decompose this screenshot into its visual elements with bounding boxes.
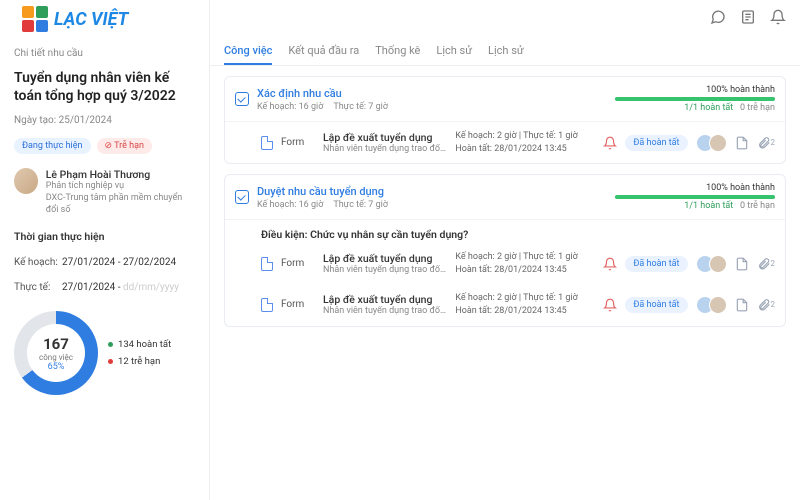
task-title: Lập đề xuất tuyển dụng — [323, 293, 447, 306]
avatar — [14, 168, 38, 194]
status-late-chip: ⊘ Trễ hạn — [97, 138, 152, 154]
task-row[interactable]: Form Lập đề xuất tuyển dụngNhân viên tuy… — [225, 122, 785, 163]
reminder-bell-icon[interactable] — [603, 257, 617, 271]
bell-icon[interactable] — [770, 9, 786, 25]
chat-icon[interactable] — [710, 9, 726, 25]
group-header[interactable]: Duyệt nhu cầu tuyển dụng Kế hoạch: 16 gi… — [225, 175, 785, 220]
main-panel: Công việc Kết quả đầu ra Thống kê Lịch s… — [210, 0, 800, 500]
task-timing: Kế hoạch: 2 giờ | Thực tế: 1 giờHoàn tất… — [455, 130, 595, 155]
note-icon[interactable] — [740, 9, 756, 25]
time-heading: Thời gian thực hiện — [14, 230, 195, 243]
page-title: Tuyển dụng nhân viên kế toán tổng hợp qu… — [14, 69, 195, 105]
attachment-icon[interactable] — [757, 257, 771, 271]
tab-tasks[interactable]: Công việc — [224, 38, 272, 65]
status-doing-chip: Đang thực hiện — [14, 138, 91, 154]
progress-donut: 167 công việc 65% — [14, 311, 98, 395]
breadcrumb[interactable]: Chi tiết nhu cầu — [14, 48, 195, 59]
tab-outputs[interactable]: Kết quả đầu ra — [288, 38, 359, 65]
reminder-bell-icon[interactable] — [603, 298, 617, 312]
reminder-bell-icon[interactable] — [603, 136, 617, 150]
group-condition: Điều kiện: Chức vụ nhân sự cần tuyển dụn… — [225, 220, 785, 243]
tabs: Công việc Kết quả đầu ra Thống kê Lịch s… — [210, 34, 800, 66]
task-row[interactable]: Form Lập đề xuất tuyển dụngNhân viên tuy… — [225, 243, 785, 284]
task-status: Đã hoàn tất — [625, 297, 687, 313]
assignee-avatars[interactable] — [696, 134, 727, 152]
form-icon — [261, 257, 273, 271]
sidebar: Chi tiết nhu cầu Tuyển dụng nhân viên kế… — [0, 0, 210, 500]
tab-stats[interactable]: Thống kê — [375, 38, 420, 65]
assignee-avatars[interactable] — [696, 296, 727, 314]
form-icon — [261, 136, 273, 150]
donut-legend: 134 hoàn tất 12 trễ hạn — [108, 339, 171, 367]
task-timing: Kế hoạch: 2 giờ | Thực tế: 1 giờHoàn tất… — [455, 292, 595, 317]
task-group: Xác định nhu cầu Kế hoạch: 16 giờThực tế… — [224, 76, 786, 164]
tab-history-2[interactable]: Lịch sử — [488, 38, 524, 65]
task-timing: Kế hoạch: 2 giờ | Thực tế: 1 giờHoàn tất… — [455, 251, 595, 276]
group-percent: 100% hoàn thành — [615, 85, 775, 95]
group-percent: 100% hoàn thành — [615, 183, 775, 193]
task-desc: Nhân viên tuyển dụng trao đổi lại với cá… — [323, 144, 447, 154]
tab-history[interactable]: Lịch sử — [436, 38, 472, 65]
attach-count: 2 — [771, 259, 776, 268]
task-list: Xác định nhu cầu Kế hoạch: 16 giờThực tế… — [210, 66, 800, 500]
task-title: Lập đề xuất tuyển dụng — [323, 131, 447, 144]
created-date: Ngày tạo: 25/01/2024 — [14, 115, 195, 126]
task-title: Lập đề xuất tuyển dụng — [323, 252, 447, 265]
attachment-icon[interactable] — [757, 298, 771, 312]
group-header[interactable]: Xác định nhu cầu Kế hoạch: 16 giờThực tế… — [225, 77, 785, 122]
owner-name: Lê Phạm Hoài Thương — [46, 168, 195, 181]
owner-role: Phân tích nghiệp vụ — [46, 181, 195, 193]
owner-dept: DXC-Trung tâm phần mềm chuyển đổi số — [46, 193, 195, 216]
group-title: Duyệt nhu cầu tuyển dụng — [257, 185, 388, 198]
task-status: Đã hoàn tất — [625, 256, 687, 272]
document-icon[interactable] — [735, 298, 749, 312]
attach-count: 2 — [771, 300, 776, 309]
brand-logo: LẠC VIỆT — [22, 6, 128, 32]
task-desc: Nhân viên tuyển dụng trao đổi lại với cá… — [323, 306, 447, 316]
task-status: Đã hoàn tất — [625, 135, 687, 151]
form-icon — [261, 298, 273, 312]
owner-block: Lê Phạm Hoài Thương Phân tích nghiệp vụ … — [14, 168, 195, 216]
checklist-icon — [235, 190, 249, 204]
document-icon[interactable] — [735, 257, 749, 271]
task-row[interactable]: Form Lập đề xuất tuyển dụngNhân viên tuy… — [225, 284, 785, 325]
group-progress-bar — [615, 97, 775, 101]
group-progress-bar — [615, 195, 775, 199]
date-input-placeholder[interactable]: dd/mm/yyyy — [123, 282, 179, 293]
attach-count: 2 — [771, 138, 776, 147]
attachment-icon[interactable] — [757, 136, 771, 150]
task-group: Duyệt nhu cầu tuyển dụng Kế hoạch: 16 gi… — [224, 174, 786, 326]
document-icon[interactable] — [735, 136, 749, 150]
task-desc: Nhân viên tuyển dụng trao đổi lại với cá… — [323, 265, 447, 275]
checklist-icon — [235, 92, 249, 106]
group-title: Xác định nhu cầu — [257, 87, 388, 100]
assignee-avatars[interactable] — [696, 255, 727, 273]
form-label: Form — [281, 299, 315, 310]
form-label: Form — [281, 258, 315, 269]
form-label: Form — [281, 137, 315, 148]
